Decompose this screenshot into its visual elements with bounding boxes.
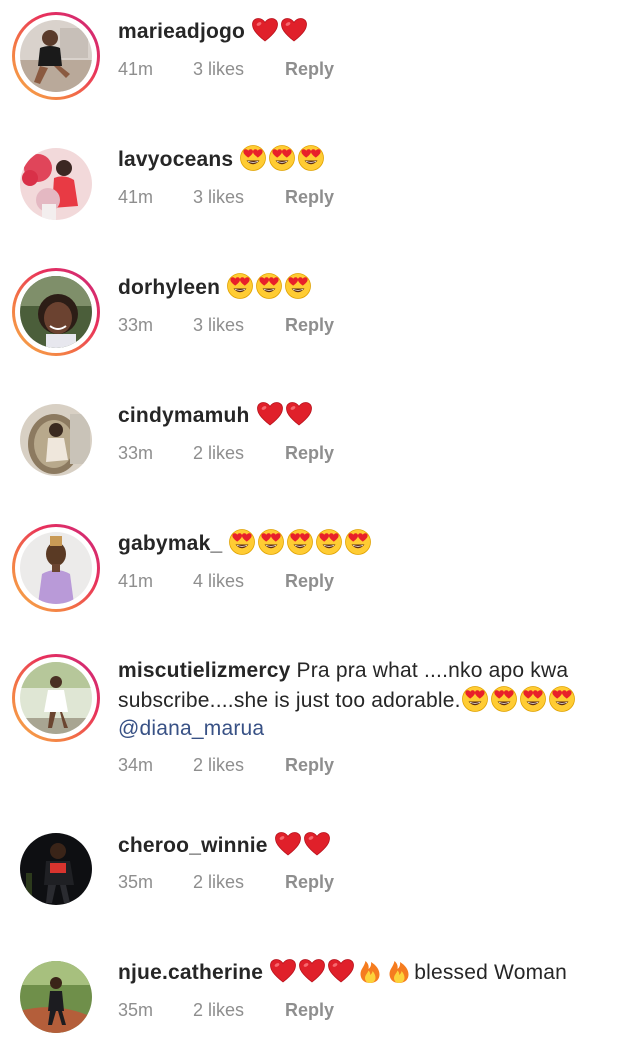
comment-time: 41m xyxy=(118,571,154,591)
comment-time: 41m xyxy=(118,59,154,79)
avatar[interactable] xyxy=(20,662,92,734)
emoji-group xyxy=(461,686,577,712)
heart-eyes-icon xyxy=(255,272,283,300)
comment-username[interactable]: miscutielizmercy xyxy=(118,659,290,682)
heart-eyes-icon xyxy=(490,685,518,713)
heart-icon xyxy=(251,16,279,44)
emoji-group xyxy=(256,402,314,427)
avatar-story-ring[interactable] xyxy=(12,12,100,100)
avatar-wrap[interactable] xyxy=(12,825,100,913)
emoji-group xyxy=(228,529,373,555)
heart-eyes-icon xyxy=(344,528,372,556)
fire-icon xyxy=(385,957,413,985)
comment-likes[interactable]: 3 likes xyxy=(193,185,244,209)
avatar[interactable] xyxy=(20,20,92,92)
comment-text: Pra pra what ....nko apo kwa xyxy=(296,659,569,682)
avatar-wrap[interactable] xyxy=(12,140,100,228)
reply-button[interactable]: Reply xyxy=(285,185,334,209)
comment-time: 34m xyxy=(118,755,154,775)
comment-username[interactable]: dorhyleen xyxy=(118,276,220,299)
comment-likes[interactable]: 3 likes xyxy=(193,57,244,81)
avatar[interactable] xyxy=(20,833,92,905)
heart-eyes-icon xyxy=(228,528,256,556)
reply-button[interactable]: Reply xyxy=(285,57,334,81)
comment-time: 33m xyxy=(118,443,154,463)
reply-button[interactable]: Reply xyxy=(285,753,334,777)
heart-icon xyxy=(256,400,284,428)
comment-username[interactable]: gabymak_ xyxy=(118,532,222,555)
comment-text: blessed Woman xyxy=(414,961,568,984)
avatar[interactable] xyxy=(20,961,92,1033)
heart-eyes-icon xyxy=(297,144,325,172)
avatar[interactable] xyxy=(20,148,92,220)
comment-likes[interactable]: 2 likes xyxy=(193,753,244,777)
heart-eyes-icon xyxy=(268,144,296,172)
comment-username[interactable]: njue.catherine xyxy=(118,961,263,984)
heart-eyes-icon xyxy=(315,528,343,556)
heart-eyes-icon xyxy=(257,528,285,556)
heart-icon xyxy=(274,830,302,858)
reply-button[interactable]: Reply xyxy=(285,569,334,593)
comment-username[interactable]: cindymamuh xyxy=(118,404,250,427)
comment-likes[interactable]: 3 likes xyxy=(193,313,244,337)
comment-time: 35m xyxy=(118,1000,154,1020)
heart-icon xyxy=(285,400,313,428)
mention-link[interactable]: @diana_marua xyxy=(118,717,264,740)
avatar-story-ring[interactable] xyxy=(12,524,100,612)
heart-icon xyxy=(327,957,355,985)
heart-eyes-icon xyxy=(461,685,489,713)
heart-icon xyxy=(280,16,308,44)
fire-icon xyxy=(356,957,384,985)
comment-likes[interactable]: 2 likes xyxy=(193,998,244,1022)
comment-time: 35m xyxy=(118,872,154,892)
comment-likes[interactable]: 4 likes xyxy=(193,569,244,593)
comment-likes[interactable]: 2 likes xyxy=(193,870,244,894)
reply-button[interactable]: Reply xyxy=(285,313,334,337)
heart-eyes-icon xyxy=(284,272,312,300)
heart-icon xyxy=(303,830,331,858)
comment-time: 33m xyxy=(118,315,154,335)
comment-time: 41m xyxy=(118,187,154,207)
comment-username[interactable]: marieadjogo xyxy=(118,20,245,43)
heart-eyes-icon xyxy=(239,144,267,172)
avatar[interactable] xyxy=(20,276,92,348)
avatar-wrap[interactable] xyxy=(12,396,100,484)
avatar-story-ring[interactable] xyxy=(12,654,100,742)
heart-icon xyxy=(269,957,297,985)
avatar[interactable] xyxy=(20,532,92,604)
heart-eyes-icon xyxy=(286,528,314,556)
emoji-group xyxy=(251,18,309,43)
comment-username[interactable]: cheroo_winnie xyxy=(118,834,268,857)
avatar-story-ring[interactable] xyxy=(12,268,100,356)
avatar[interactable] xyxy=(20,404,92,476)
comment-text: subscribe....she is just too adorable. xyxy=(118,689,461,712)
reply-button[interactable]: Reply xyxy=(285,441,334,465)
emoji-group xyxy=(239,145,326,171)
reply-button[interactable]: Reply xyxy=(285,870,334,894)
heart-eyes-icon xyxy=(519,685,547,713)
heart-eyes-icon xyxy=(226,272,254,300)
reply-button[interactable]: Reply xyxy=(285,998,334,1022)
emoji-group xyxy=(274,832,332,857)
emoji-group xyxy=(226,273,313,299)
heart-icon xyxy=(298,957,326,985)
comment-username[interactable]: lavyoceans xyxy=(118,148,233,171)
emoji-group xyxy=(269,959,414,984)
avatar-wrap[interactable] xyxy=(12,953,100,1041)
comment-likes[interactable]: 2 likes xyxy=(193,441,244,465)
heart-eyes-icon xyxy=(548,685,576,713)
